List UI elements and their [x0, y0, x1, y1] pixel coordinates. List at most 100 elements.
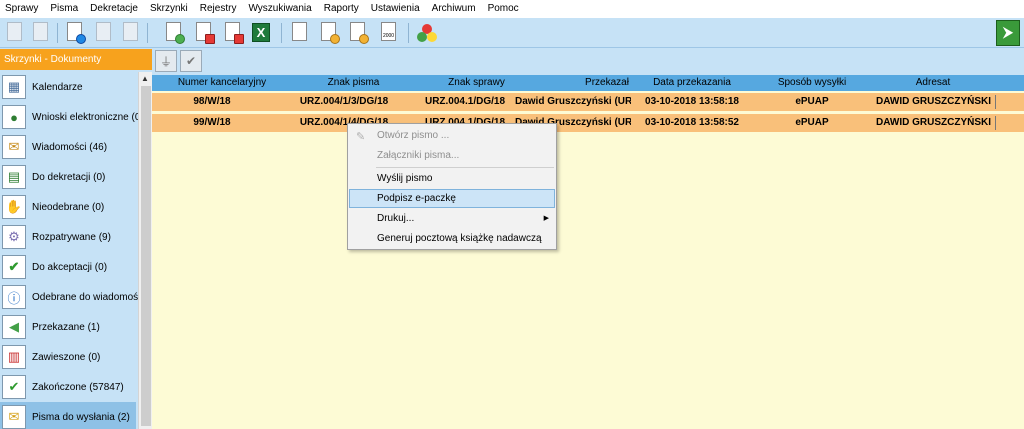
grid-header: Numer kancelaryjny Znak pisma Znak spraw…: [152, 75, 1024, 91]
context-item-podpisz-e-paczke[interactable]: Podpisz e-paczkę: [349, 189, 555, 208]
add-document-button[interactable]: [30, 21, 52, 45]
edit-document-icon: [123, 22, 138, 41]
sidebar-item-pisma-do-wyslania[interactable]: ✉ Pisma do wysłania (2): [0, 402, 136, 429]
table-row[interactable]: 98/W/18 URZ.004/1/3/DG/18 URZ.004.1/DG/1…: [152, 93, 1024, 111]
scroll-up-icon[interactable]: ▲: [141, 74, 149, 83]
menu-separator: [376, 167, 554, 168]
menu-raporty[interactable]: Raporty: [318, 0, 365, 18]
sidebar-item-odebrane[interactable]: ⓘ Odebrane do wiadomości: [0, 282, 145, 312]
context-item-label: Generuj pocztową książkę nadawczą: [377, 233, 542, 244]
sidebar-item-przekazane[interactable]: ◀ Przekazane (1): [0, 312, 136, 342]
filter-icon: ⏚: [159, 54, 172, 69]
add-document-icon: [33, 22, 48, 41]
column-header-sposob[interactable]: Sposób wysyłki: [752, 75, 872, 91]
search-documents-button[interactable]: [318, 21, 340, 45]
report-green-button[interactable]: [163, 21, 185, 45]
report-red-button[interactable]: [193, 21, 215, 45]
column-header-adresat[interactable]: Adresat: [872, 75, 994, 91]
exit-button[interactable]: ⮞: [996, 20, 1020, 46]
context-menu: ✎ Otwórz pismo ... Załączniki pisma... W…: [347, 123, 557, 250]
cell-data: 03-10-2018 13:58:52: [645, 117, 739, 128]
menu-sprawy[interactable]: Sprawy: [0, 0, 44, 18]
green-badge-icon: [175, 34, 185, 44]
accept-button[interactable]: ✔: [180, 50, 202, 72]
envelope-icon: ✉: [2, 405, 26, 429]
red-badge-icon: [205, 34, 215, 44]
messages-icon: ✉: [2, 135, 26, 159]
cell-numer: 98/W/18: [193, 96, 231, 107]
checkmark-icon: ✔: [185, 54, 197, 68]
sidebar-item-do-dekretacji[interactable]: ▤ Do dekretacji (0): [0, 162, 136, 192]
red-badge-icon: [234, 34, 244, 44]
context-item-otworz-pismo[interactable]: ✎ Otwórz pismo ...: [349, 126, 555, 145]
document-2000-icon: 2000: [381, 22, 396, 41]
sidebar-item-zawieszone[interactable]: ▥ Zawieszone (0): [0, 342, 136, 372]
sidebar-item-label: Do dekretacji (0): [32, 171, 106, 183]
context-item-label: Otwórz pismo ...: [377, 130, 450, 141]
toolbar-separator: [147, 23, 148, 43]
sidebar-item-nieodebrane[interactable]: ✋ Nieodebrane (0): [0, 192, 136, 222]
submenu-arrow-icon: ▶: [543, 215, 549, 222]
sidebar-item-zakonczone[interactable]: ✔ Zakończone (57847): [0, 372, 136, 402]
completed-icon: ✔: [2, 375, 26, 399]
copy-document-button[interactable]: [93, 21, 115, 45]
menu-ustawienia[interactable]: Ustawienia: [365, 0, 426, 18]
column-header-znak-pisma[interactable]: Znak pisma: [292, 75, 415, 91]
sidebar-title: Skrzynki - Dokumenty: [0, 49, 152, 70]
sidebar-item-label: Odebrane do wiadomości: [32, 291, 146, 303]
context-item-label: Drukuj...: [377, 213, 415, 224]
scan-documents-button[interactable]: [347, 21, 369, 45]
import-badge-icon: [76, 34, 86, 44]
scrollbar-thumb[interactable]: [141, 86, 151, 426]
menu-skrzynki[interactable]: Skrzynki: [144, 0, 194, 18]
sidebar-item-wiadomosci[interactable]: ✉ Wiadomości (46): [0, 132, 136, 162]
context-item-label: Wyślij pismo: [377, 173, 433, 184]
import-document-button[interactable]: [64, 21, 86, 45]
context-item-wyslij-pismo[interactable]: Wyślij pismo: [349, 169, 555, 188]
sidebar-item-label: Kalendarze: [32, 81, 83, 93]
sidebar-item-label: Rozpatrywane (9): [32, 231, 111, 243]
sidebar-item-label: Do akceptacji (0): [32, 261, 108, 273]
document-caption: 2000: [382, 33, 395, 39]
context-item-ksiazka-nadawcza[interactable]: Generuj pocztową książkę nadawczą: [349, 229, 555, 248]
menu-rejestry[interactable]: Rejestry: [194, 0, 243, 18]
menu-pomoc[interactable]: Pomoc: [482, 0, 525, 18]
cell-adresat: DAWID GRUSZCZYŃSKI: [876, 96, 991, 107]
sidebar-item-rozpatrywane[interactable]: ⚙ Rozpatrywane (9): [0, 222, 136, 252]
sidebar-item-kalendarze[interactable]: ▦ Kalendarze: [0, 72, 136, 102]
column-header-data[interactable]: Data przekazania: [632, 75, 752, 91]
column-header-numer[interactable]: Numer kancelaryjny: [152, 75, 292, 91]
row-divider: [995, 116, 996, 130]
sidebar-item-label: Przekazane (1): [32, 321, 100, 333]
filter-button[interactable]: ⏚: [155, 50, 177, 72]
documents-grid: Numer kancelaryjny Znak pisma Znak spraw…: [152, 75, 1024, 429]
new-document-icon: [7, 22, 22, 41]
sidebar-item-label: Pisma do wysłania (2): [32, 411, 130, 423]
context-item-label: Załączniki pisma...: [377, 150, 460, 161]
print-button[interactable]: [289, 21, 311, 45]
sidebar-item-wnioski[interactable]: ● Wnioski elektroniczne (0): [0, 102, 144, 132]
sidebar-item-label: Wnioski elektroniczne (0): [32, 111, 144, 123]
table-row[interactable]: 99/W/18 URZ.004/1/4/DG/18 URZ.004.1/DG/1…: [152, 114, 1024, 132]
menu-wyszukiwania[interactable]: Wyszukiwania: [242, 0, 317, 18]
status-colors-button[interactable]: [416, 21, 438, 45]
excel-icon: X: [252, 23, 270, 42]
column-header-znak-sprawy[interactable]: Znak sprawy: [415, 75, 538, 91]
context-item-drukuj[interactable]: Drukuj... ▶: [349, 209, 555, 228]
yellow-dot-icon: [427, 32, 437, 42]
sidebar-scrollbar[interactable]: ▲: [138, 72, 152, 429]
document-2000-button[interactable]: 2000: [378, 21, 400, 45]
export-excel-button[interactable]: X: [250, 21, 272, 45]
cell-przekazal: Dawid Gruszczyński (URZ: [515, 96, 631, 107]
menu-dekretacje[interactable]: Dekretacje: [84, 0, 144, 18]
edit-document-button[interactable]: [120, 21, 142, 45]
sidebar-item-do-akceptacji[interactable]: ✔ Do akceptacji (0): [0, 252, 136, 282]
menu-pisma[interactable]: Pisma: [44, 0, 84, 18]
context-item-zalaczniki[interactable]: Załączniki pisma...: [349, 146, 555, 165]
row-divider: [995, 95, 996, 109]
menu-bar: Sprawy Pisma Dekretacje Skrzynki Rejestr…: [0, 0, 1024, 18]
report-green-2-button[interactable]: [222, 21, 244, 45]
menu-archiwum[interactable]: Archiwum: [426, 0, 482, 18]
new-document-button[interactable]: [4, 21, 26, 45]
sidebar: ▦ Kalendarze ● Wnioski elektroniczne (0)…: [0, 72, 145, 429]
